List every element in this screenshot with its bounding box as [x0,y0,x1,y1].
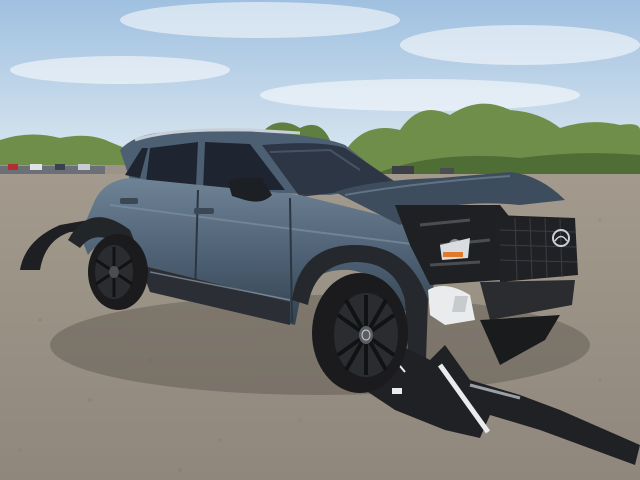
front-grille [495,215,578,282]
front-wheel [312,273,408,393]
scene-canvas [0,0,640,480]
photo-scene [0,0,640,480]
rear-door-window [146,142,198,187]
rear-wheel [88,234,148,310]
rear-door-handle [120,198,138,204]
front-door-handle [194,208,214,214]
